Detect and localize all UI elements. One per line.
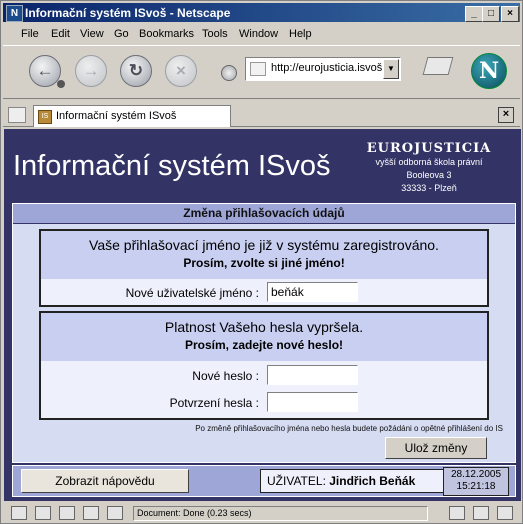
back-history-dropdown[interactable] — [57, 80, 65, 88]
username-row: Nové uživatelské jméno : beňák — [41, 282, 487, 304]
password-heading: Platnost Vašeho hesla vypršela. — [164, 319, 364, 335]
menu-tools[interactable]: Tools — [202, 28, 228, 40]
stop-icon: × — [176, 61, 186, 80]
print-button[interactable] — [421, 53, 455, 79]
tab-isvos[interactable]: IS Informační systém ISvoš — [33, 105, 231, 127]
panel-title: Změna přihlašovacích údajů — [13, 204, 515, 224]
online-status-icon[interactable] — [449, 506, 465, 520]
new-password-label: Nové heslo : — [192, 369, 259, 383]
confirm-password-row: Potvrzení hesla : — [41, 392, 487, 414]
relogin-note: Po změně přihlašovacího jména nebo hesla… — [195, 424, 503, 433]
page-proxy-icon[interactable] — [250, 62, 266, 76]
show-help-button[interactable]: Zobrazit nápovědu — [21, 469, 189, 493]
password-subheading: Prosím, zadejte nové heslo! — [184, 338, 344, 352]
mail-icon[interactable] — [35, 506, 51, 520]
user-info: UŽIVATEL: Jindřich Beňák — [260, 469, 444, 493]
school-line-1: vyšší odborná škola právní — [375, 157, 483, 167]
stop-button[interactable]: × — [165, 55, 197, 87]
school-name: EUROJUSTICIA — [366, 141, 492, 156]
maximize-button[interactable]: □ — [482, 6, 500, 22]
page-footer: Zobrazit nápovědu UŽIVATEL: Jindřich Beň… — [12, 465, 516, 497]
popup-blocker-icon — [473, 506, 489, 520]
school-info: EUROJUSTICIA vyšší odborná škola právní … — [349, 141, 509, 195]
datetime-box: 28.12.2005 15:21:18 — [443, 467, 509, 496]
new-password-row: Nové heslo : — [41, 365, 487, 387]
reload-button[interactable]: ↻ — [120, 55, 152, 87]
new-username-input[interactable]: beňák — [267, 282, 358, 302]
menu-bookmarks[interactable]: Bookmarks — [139, 28, 194, 40]
password-section-header: Platnost Vašeho hesla vypršela. Prosím, … — [41, 313, 487, 361]
status-bar: Document: Done (0.23 secs) — [3, 503, 520, 522]
title-bar[interactable]: N Informační systém ISvoš - Netscape _ □… — [3, 3, 520, 22]
menu-window[interactable]: Window — [239, 28, 278, 40]
user-label: UŽIVATEL: — [267, 474, 326, 488]
window-title: Informační systém ISvoš - Netscape — [25, 6, 231, 20]
instant-messenger-icon[interactable] — [59, 506, 75, 520]
user-name: Jindřich Beňák — [329, 474, 416, 488]
url-dropdown-button[interactable]: ▼ — [383, 59, 399, 79]
back-arrow-icon: ← — [36, 61, 54, 80]
url-field[interactable]: http://eurojusticia.isvoš ▼ — [245, 57, 401, 81]
status-text: Document: Done (0.23 secs) — [133, 506, 428, 521]
tab-label: Informační systém ISvoš — [56, 110, 177, 122]
school-line-2: Booleova 3 — [406, 170, 452, 180]
menu-bar: File Edit View Go Bookmarks Tools Window… — [3, 24, 520, 44]
menu-edit[interactable]: Edit — [51, 28, 70, 40]
confirm-password-input[interactable] — [267, 392, 358, 412]
netscape-n-icon: N — [6, 5, 23, 22]
username-subheading: Prosím, zvolte si jiné jméno! — [183, 256, 345, 270]
site-favicon-icon: IS — [38, 110, 52, 124]
new-tab-icon[interactable] — [8, 107, 26, 123]
menu-view[interactable]: View — [80, 28, 104, 40]
username-section-header: Vaše přihlašovací jméno je již v systému… — [41, 231, 487, 279]
menu-file[interactable]: File — [21, 28, 39, 40]
reload-icon: ↻ — [128, 61, 144, 80]
security-lock-icon[interactable] — [497, 506, 513, 520]
new-password-input[interactable] — [267, 365, 358, 385]
page-content: Informační systém ISvoš EUROJUSTICIA vyš… — [4, 129, 521, 501]
page-title: Informační systém ISvoš — [13, 150, 331, 182]
password-section: Platnost Vašeho hesla vypršela. Prosím, … — [39, 311, 489, 420]
username-heading: Vaše přihlašovací jméno je již v systému… — [89, 237, 439, 253]
printer-icon — [422, 57, 454, 75]
forward-button[interactable]: → — [75, 55, 107, 87]
menu-go[interactable]: Go — [114, 28, 129, 40]
browser-window: N Informační systém ISvoš - Netscape _ □… — [0, 0, 523, 524]
minimize-button[interactable]: _ — [465, 6, 483, 22]
credentials-panel: Změna přihlašovacích údajů Vaše přihlašo… — [12, 203, 516, 463]
school-line-3: 33333 - Plzeň — [401, 183, 457, 193]
username-section: Vaše přihlašovací jméno je již v systému… — [39, 229, 489, 307]
netscape-logo-icon[interactable]: N — [471, 53, 507, 89]
confirm-password-label: Potvrzení hesla : — [169, 396, 259, 410]
current-date: 28.12.2005 — [450, 469, 502, 480]
save-changes-button[interactable]: Ulož změny — [385, 437, 487, 459]
close-tab-button[interactable]: × — [498, 107, 514, 123]
close-button[interactable]: × — [501, 6, 519, 22]
new-username-label: Nové uživatelské jméno : — [125, 286, 259, 300]
menu-help[interactable]: Help — [289, 28, 312, 40]
address-book-icon[interactable] — [107, 506, 123, 520]
composer-icon[interactable] — [83, 506, 99, 520]
current-time: 15:21:18 — [456, 481, 496, 492]
forward-arrow-icon: → — [82, 61, 100, 80]
go-menu-button[interactable] — [221, 65, 237, 81]
navigator-icon[interactable] — [11, 506, 27, 520]
url-text: http://eurojusticia.isvoš — [271, 62, 383, 74]
